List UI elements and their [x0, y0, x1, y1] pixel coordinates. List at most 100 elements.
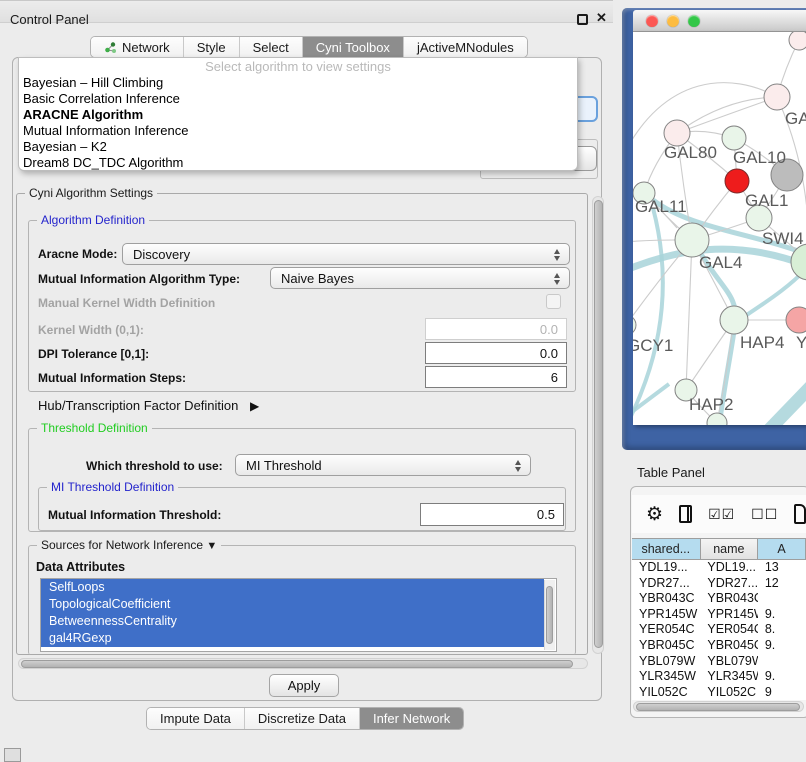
data-attributes-listbox[interactable]: SelfLoopsTopologicalCoefficientBetweenne… [40, 578, 557, 652]
manual-kernel-checkbox[interactable] [546, 294, 561, 309]
dpi-tolerance-field[interactable]: 0.0 [425, 342, 567, 364]
network-node[interactable] [722, 126, 746, 150]
table-row[interactable]: YIL052CYIL052C9 [632, 685, 806, 700]
network-edge[interactable] [686, 240, 692, 390]
stepper-icon [554, 248, 561, 262]
column-header-1[interactable]: shared... [632, 539, 701, 559]
tab-style[interactable]: Style [184, 37, 240, 57]
tab-discretize-data[interactable]: Discretize Data [245, 708, 360, 729]
node-label: GAL [785, 109, 806, 128]
control-panel-titlebar [0, 0, 613, 23]
aracne-mode-combobox[interactable]: Discovery [122, 243, 570, 265]
table-row[interactable]: YBR045CYBR045C9. [632, 638, 806, 654]
network-icon [104, 41, 117, 54]
node-table: shared...nameA YDL19...YDL19...13YDR27..… [632, 538, 806, 700]
table-cell: YLR345W [700, 669, 757, 685]
data-attribute-item[interactable]: TopologicalCoefficient [41, 596, 544, 613]
mi-type-combobox[interactable]: Naive Bayes [270, 267, 570, 289]
stepper-icon [515, 459, 522, 473]
network-node[interactable] [786, 307, 806, 333]
which-threshold-combobox[interactable]: MI Threshold [235, 454, 531, 476]
tab-label: Select [253, 40, 289, 55]
network-node[interactable] [633, 315, 636, 335]
algorithm-option[interactable]: Basic Correlation Inference [19, 91, 577, 107]
table-row[interactable]: YBL079WYBL079W [632, 654, 806, 670]
tab-jactivemnodules[interactable]: jActiveMNodules [404, 37, 527, 57]
kernel-width-field[interactable]: 0.0 [425, 318, 567, 340]
algorithm-option[interactable]: ARACNE Algorithm [19, 107, 577, 123]
threshold-definition-legend: Threshold Definition [37, 421, 152, 435]
tab-impute-data[interactable]: Impute Data [147, 708, 245, 729]
cyni-settings-legend: Cyni Algorithm Settings [25, 186, 157, 200]
table-cell: 9. [758, 638, 806, 654]
table-cell: YDL19... [700, 560, 757, 576]
tab-network[interactable]: Network [91, 37, 184, 57]
table-row[interactable]: YER054CYER054C8. [632, 622, 806, 638]
tab-infer-network[interactable]: Infer Network [360, 708, 463, 729]
table-cell: YBR043C [632, 591, 700, 607]
mi-steps-field[interactable]: 6 [425, 366, 567, 388]
column-view-icon[interactable] [679, 505, 692, 523]
zoom-traffic-light[interactable] [688, 15, 700, 27]
new-table-icon[interactable] [794, 504, 806, 524]
hub-definition-expander[interactable]: Hub/Transcription Factor Definition ▶ [38, 398, 259, 413]
settings-horizontal-scrollbar[interactable] [18, 658, 588, 669]
column-header-3[interactable]: A [758, 539, 806, 559]
minimize-traffic-light[interactable] [667, 15, 679, 27]
tab-label: Network [122, 40, 170, 55]
table-body: YDL19...YDL19...13YDR27...YDR27...12YBR0… [632, 560, 806, 700]
checked-columns-icon[interactable]: ☑☑ [708, 506, 735, 523]
collapse-down-arrow-icon[interactable]: ▼ [206, 540, 217, 552]
table-cell: YIL052C [700, 685, 757, 700]
bottom-tabs: Impute DataDiscretize DataInfer Network [146, 707, 464, 730]
algorithm-option[interactable]: Dream8 DC_TDC Algorithm [19, 155, 577, 171]
listbox-scrollbar-thumb[interactable] [546, 586, 553, 644]
table-cell: 9. [758, 607, 806, 623]
table-horizontal-scrollbar-thumb[interactable] [636, 703, 800, 711]
table-cell: YER054C [700, 622, 757, 638]
settings-vertical-scrollbar-thumb[interactable] [594, 200, 603, 648]
network-edge[interactable] [633, 208, 663, 416]
network-view-canvas[interactable]: GALGAL80GAL10GAL11GAL1SWI4GAL4GCY1HAP4YH… [633, 32, 806, 425]
listbox-scrollbar[interactable] [544, 580, 555, 650]
settings-horizontal-scrollbar-thumb[interactable] [21, 660, 573, 668]
algorithm-option[interactable]: Mutual Information Inference [19, 123, 577, 139]
float-window-icon[interactable] [577, 14, 588, 25]
table-horizontal-scrollbar[interactable] [633, 701, 804, 712]
tab-cyni-toolbox[interactable]: Cyni Toolbox [303, 37, 404, 57]
network-node[interactable] [720, 306, 748, 334]
unchecked-columns-icon[interactable]: ☐☐ [751, 506, 778, 523]
network-node[interactable] [707, 413, 727, 425]
settings-vertical-scrollbar[interactable] [592, 196, 604, 654]
collapsed-panel-grip[interactable] [4, 748, 21, 762]
gear-icon[interactable]: ⚙ [646, 505, 663, 524]
data-attribute-item[interactable]: SelfLoops [41, 579, 544, 596]
network-node[interactable] [789, 32, 806, 50]
close-icon[interactable]: ✕ [596, 10, 607, 26]
algorithm-option[interactable]: Bayesian – K2 [19, 139, 577, 155]
data-attribute-item[interactable]: gal4RGexp [41, 630, 544, 647]
algorithm-option[interactable]: Bayesian – Hill Climbing [19, 75, 577, 91]
network-edge[interactable] [677, 97, 777, 133]
algorithm-select-popup: Select algorithm to view settings Bayesi… [18, 57, 578, 171]
network-edge[interactable] [765, 378, 806, 425]
node-label: HAP4 [740, 333, 784, 352]
network-node[interactable] [675, 223, 709, 257]
table-row[interactable]: YBR043CYBR043C [632, 591, 806, 607]
network-node[interactable] [764, 84, 790, 110]
data-attribute-item[interactable]: BetweennessCentrality [41, 613, 544, 630]
table-row[interactable]: YPR145WYPR145W9. [632, 607, 806, 623]
apply-button[interactable]: Apply [269, 674, 339, 697]
table-row[interactable]: YDR27...YDR27...12 [632, 576, 806, 592]
close-traffic-light[interactable] [646, 15, 658, 27]
network-edge[interactable] [633, 240, 675, 242]
column-header-2[interactable]: name [701, 539, 758, 559]
network-window-titlebar[interactable] [633, 10, 806, 32]
network-node[interactable] [725, 169, 749, 193]
control-panel-title: Control Panel [10, 12, 89, 27]
mi-type-label: Mutual Information Algorithm Type: [38, 272, 240, 286]
table-row[interactable]: YDL19...YDL19...13 [632, 560, 806, 576]
mi-threshold-field[interactable]: 0.5 [420, 503, 564, 526]
tab-select[interactable]: Select [240, 37, 303, 57]
table-row[interactable]: YLR345WYLR345W9. [632, 669, 806, 685]
